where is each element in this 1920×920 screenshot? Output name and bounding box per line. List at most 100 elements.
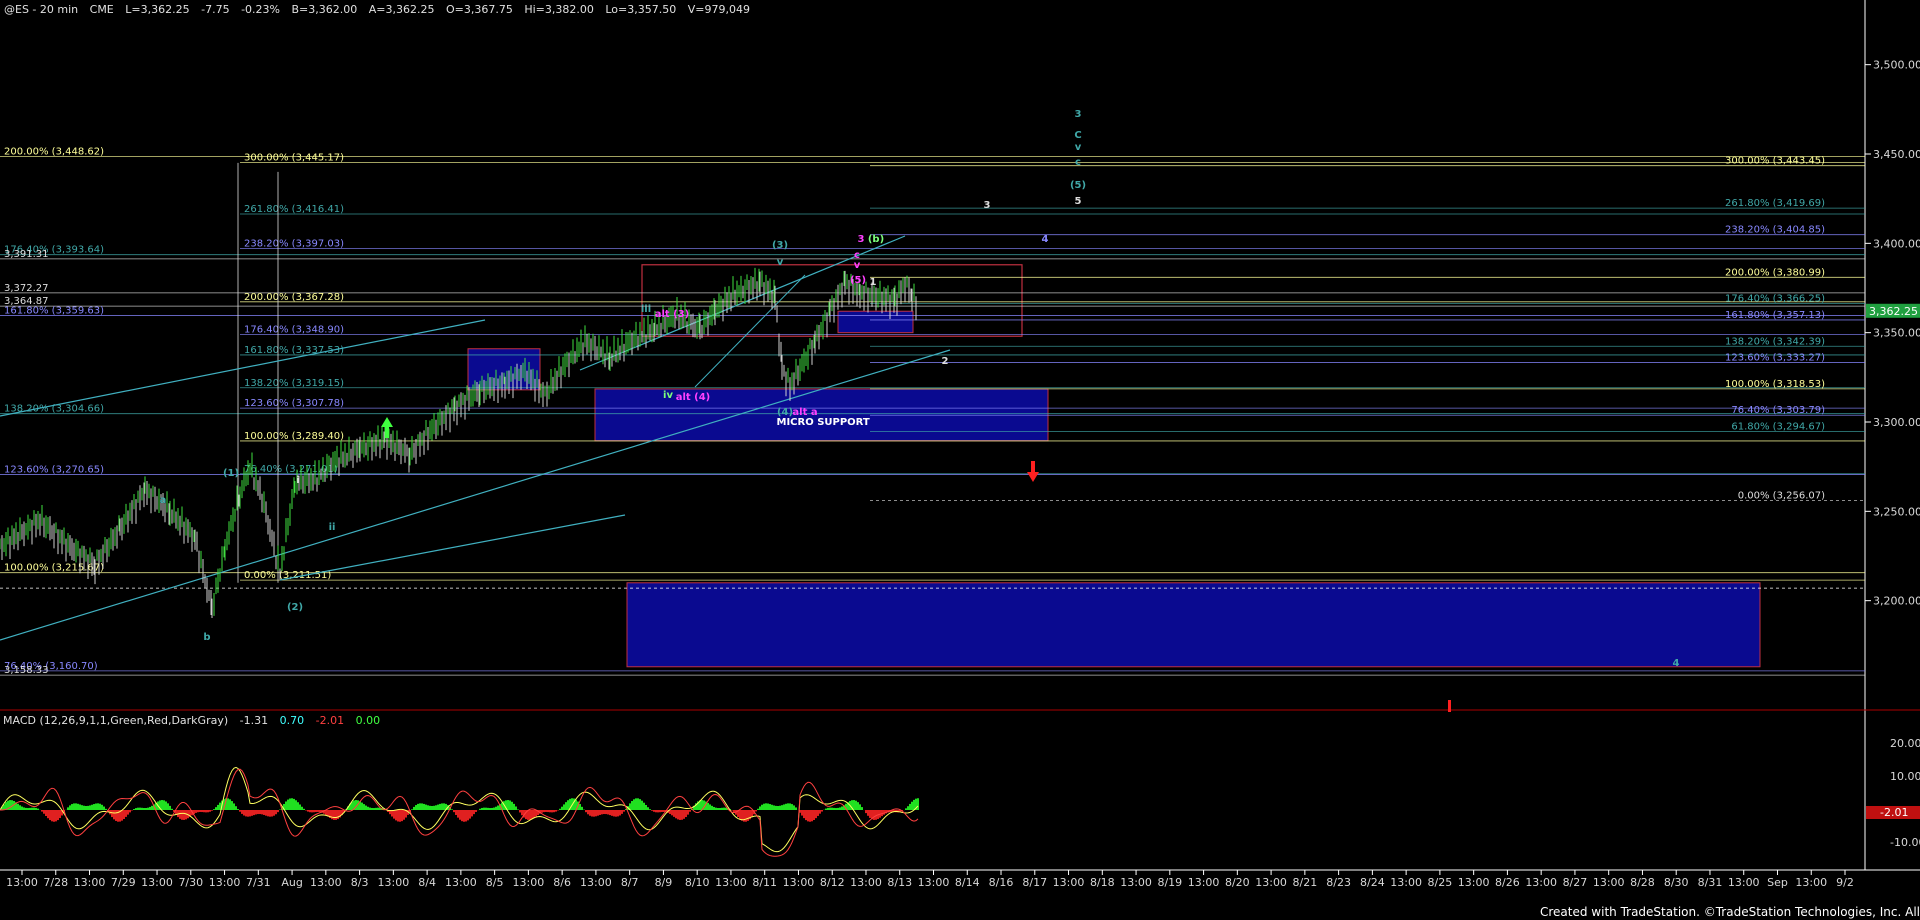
time-tick-label: 8/28 [1630,876,1655,889]
fib-label: 300.00% (3,445.17) [244,153,344,164]
time-tick-label: 13:00 [1188,876,1220,889]
time-tick-label: 7/29 [111,876,136,889]
fib-label: 200.00% (3,367.28) [244,292,344,303]
time-tick-label: 8/23 [1326,876,1351,889]
time-tick-label: 8/13 [887,876,912,889]
time-tick-label: 8/31 [1698,876,1723,889]
wave-label: ii [329,522,336,533]
wave-label: iii [641,304,651,315]
fib-label: 100.00% (3,289.40) [244,431,344,442]
time-tick-label: 8/19 [1157,876,1182,889]
price-chart[interactable]: @ES - 20 min CME L=3,362.25 -7.75 -0.23%… [0,0,1920,920]
svg-text:20.00: 20.00 [1890,737,1920,750]
fib-label: 123.60% (3,333.27) [1725,353,1825,364]
wave-label: a [160,495,167,506]
symbol: @ES - 20 min [4,3,78,16]
wave-label: (b) [868,234,884,245]
wave-label: 3 [858,234,865,245]
fib-label: 123.60% (3,270.65) [4,464,104,475]
time-tick-label: 13:00 [513,876,545,889]
change: -7.75 [201,3,229,16]
time-tick-label: 8/18 [1090,876,1115,889]
wave-label: 1 [870,277,877,288]
svg-text:-10.00: -10.00 [1890,836,1920,849]
wave-label: alt (4) [676,392,711,403]
price-tick-label: 3,300.00 [1873,416,1920,429]
wave-label: (3) [772,240,788,251]
macd-header: MACD (12,26,9,1,1,Green,Red,DarkGray) -1… [3,714,380,727]
time-tick-label: 7/30 [178,876,203,889]
fib-label: 100.00% (3,318.53) [1725,379,1825,390]
macd-current: -2.01 [1880,806,1908,819]
last-price: L=3,362.25 [125,3,189,16]
time-tick-label: 8/6 [553,876,571,889]
fib-label: 200.00% (3,380.99) [1725,267,1825,278]
wave-label: v [854,260,861,271]
time-tick-label: 13:00 [580,876,612,889]
price-tick-label: 3,250.00 [1873,505,1920,518]
wave-label: (5) [850,275,866,286]
time-tick-label: 8/24 [1360,876,1385,889]
footer-credit: Created with TradeStation. ©TradeStation… [1540,905,1920,919]
wave-label: 3 [984,200,991,211]
fib-label: 176.40% (3,366.25) [1725,294,1825,305]
time-tick-label: 13:00 [1255,876,1287,889]
time-tick-label: 13:00 [141,876,173,889]
time-tick-label: 13:00 [1525,876,1557,889]
price-tick-label: 3,400.00 [1873,237,1920,250]
time-tick-label: 8/14 [955,876,980,889]
price-tick-label: 3,200.00 [1873,595,1920,608]
wave-label: 4 [1042,234,1049,245]
time-tick-label: 8/27 [1563,876,1588,889]
time-tick-label: 8/21 [1293,876,1318,889]
fib-label: 76.40% (3,303.79) [1731,405,1825,416]
fib-label: 3,158.33 [4,665,49,676]
time-tick-label: 13:00 [1390,876,1422,889]
wave-label: (5) [1070,180,1086,191]
wave-label: 4 [1673,658,1680,669]
time-tick-label: 13:00 [1120,876,1152,889]
red-marker-icon [1448,700,1451,712]
time-tick-label: 8/16 [989,876,1014,889]
time-tick-label: 13:00 [209,876,241,889]
time-tick-label: 8/25 [1428,876,1453,889]
chart-header: @ES - 20 min CME L=3,362.25 -7.75 -0.23%… [4,3,750,16]
fib-label: 161.80% (3,359.63) [4,305,104,316]
current-price-label: 3,362.25 [1869,305,1918,318]
fib-label: 300.00% (3,443.45) [1725,156,1825,167]
time-tick-label: 8/11 [752,876,777,889]
fib-label: 138.20% (3,342.39) [1725,336,1825,347]
wave-label: C [1074,130,1081,141]
time-tick-label: 9/2 [1836,876,1854,889]
fib-label: 261.80% (3,416.41) [244,204,344,215]
time-tick-label: 7/31 [246,876,271,889]
time-tick-label: 13:00 [783,876,815,889]
wave-label: 3 [1075,109,1082,120]
wave-label: (4) [777,407,793,418]
time-tick-label: 8/26 [1495,876,1520,889]
low: Lo=3,357.50 [605,3,676,16]
time-tick-label: 13:00 [1728,876,1760,889]
time-tick-label: 13:00 [445,876,477,889]
price-tick-label: 3,450.00 [1873,148,1920,161]
time-tick-label: 8/20 [1225,876,1250,889]
time-tick-label: 13:00 [1593,876,1625,889]
fib-label: 76.40% (3,271.01) [244,464,338,475]
wave-label: 2 [942,356,949,367]
wave-label: b [203,632,210,643]
price-tick-label: 3,500.00 [1873,59,1920,72]
fib-label: 100.00% (3,215.67) [4,563,104,574]
time-tick-label: Aug [281,876,302,889]
price-tick-label: 3,350.00 [1873,327,1920,340]
time-tick-label: 13:00 [715,876,747,889]
inner-zone [837,310,914,334]
zone-label: MICRO SUPPORT [777,417,870,428]
fib-label: 238.20% (3,404.85) [1725,225,1825,236]
open: O=3,367.75 [446,3,513,16]
time-tick-label: 13:00 [918,876,950,889]
change-pct: -0.23% [241,3,280,16]
time-tick-label: 8/12 [820,876,845,889]
macd-v4: 0.00 [356,714,381,727]
time-tick-label: 13:00 [74,876,106,889]
high: Hi=3,382.00 [524,3,594,16]
